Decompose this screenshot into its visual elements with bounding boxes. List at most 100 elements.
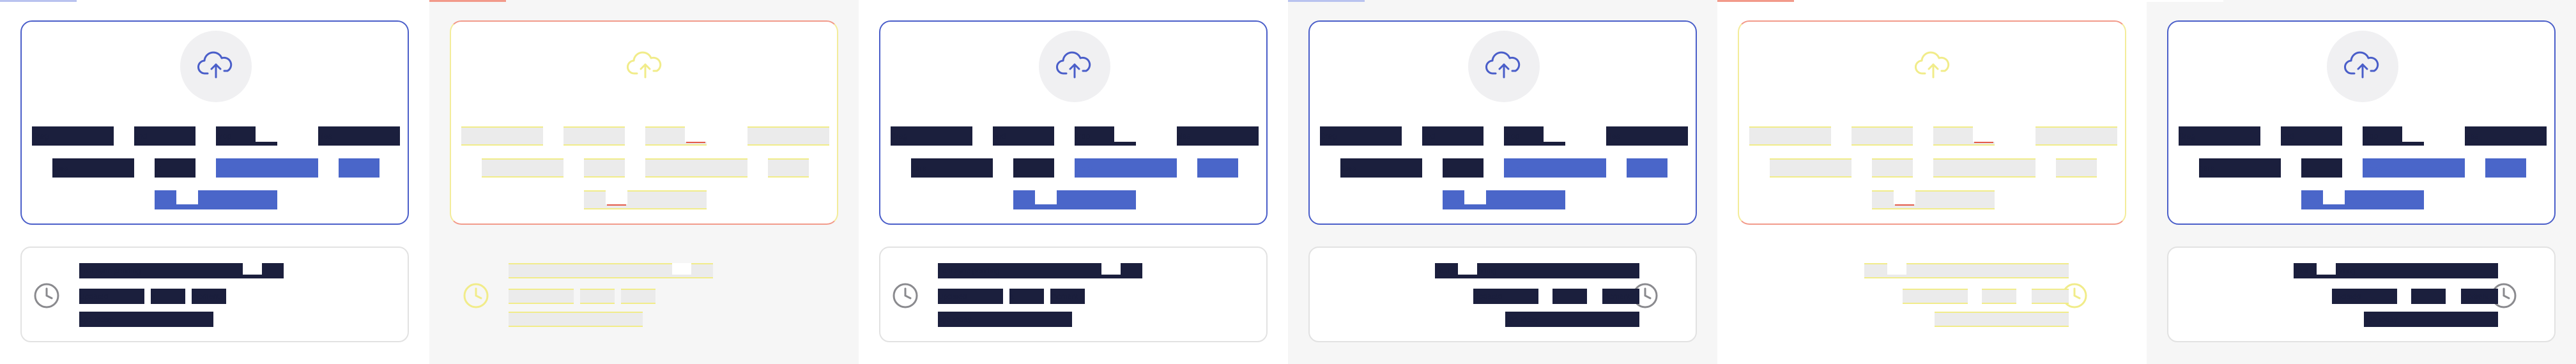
browse-link[interactable]: to bbox=[1197, 158, 1238, 178]
upload-icon-badge bbox=[610, 31, 681, 102]
browse-link[interactable]: to bbox=[1627, 158, 1667, 178]
story-panel-3: Drag and drop files here or browse to upload Last… bbox=[859, 0, 1288, 364]
upload-instruction-word: files bbox=[1177, 126, 1259, 146]
sync-status-detail: a bbox=[1009, 289, 1044, 304]
skeleton-accent-line bbox=[1895, 204, 1914, 206]
file-upload-dropzone[interactable]: Drag and drop files here or browse to upload bbox=[2167, 20, 2556, 225]
upload-link[interactable]: upload bbox=[584, 190, 707, 209]
file-upload-dropzone[interactable]: Drag and drop files here or browse to upload bbox=[1308, 20, 1697, 225]
panel-accent-bar bbox=[859, 0, 935, 2]
sync-status-detail: moment bbox=[2032, 289, 2069, 304]
text-glyph-gap bbox=[1887, 263, 1906, 275]
upload-instruction-word: files bbox=[2035, 126, 2117, 146]
upload-link[interactable]: upload bbox=[1872, 190, 1995, 209]
browse-link[interactable]: to bbox=[2056, 158, 2097, 178]
file-upload-dropzone[interactable]: Drag and drop files here or browse to upload bbox=[1738, 20, 2126, 225]
upload-icon-badge bbox=[1039, 31, 1110, 102]
upload-icon-badge bbox=[180, 31, 252, 102]
upload-instruction-word: or bbox=[1872, 158, 1913, 178]
sync-status-detail: a bbox=[2411, 289, 2446, 304]
last-sync-status-card: Last sync pendingUpdatedamomentago today bbox=[1308, 246, 1697, 342]
last-sync-status-card: Last sync pendingUpdatedamomentago today bbox=[450, 246, 838, 342]
skeleton-accent-line bbox=[607, 204, 626, 206]
panel-accent-bar bbox=[1717, 0, 1794, 2]
text-glyph-gap bbox=[672, 263, 691, 275]
sync-status-detail: moment bbox=[192, 289, 226, 304]
upload-instruction-word: here bbox=[2199, 158, 2281, 178]
sync-status-detail: Updated bbox=[79, 289, 144, 304]
upload-instruction-word: here bbox=[1770, 158, 1851, 178]
file-upload-dropzone[interactable]: Drag and drop files here or browse to upload bbox=[450, 20, 838, 225]
cloud-upload-icon bbox=[1915, 49, 1952, 84]
upload-instruction-word: and bbox=[134, 126, 195, 146]
upload-instruction-word: or bbox=[155, 158, 195, 178]
upload-instruction-word: files bbox=[2465, 126, 2547, 146]
upload-instruction-word: files bbox=[747, 126, 829, 146]
sync-status-detail: Updated bbox=[2332, 289, 2397, 304]
story-panel-2: Drag and drop files here or browse to upload Last… bbox=[429, 0, 859, 364]
story-panel-1: Drag and drop files here or browse to upload Last… bbox=[0, 0, 429, 364]
browse-link[interactable]: to bbox=[339, 158, 379, 178]
sync-status-detail: Updated bbox=[1473, 289, 1538, 304]
cloud-upload-icon bbox=[2344, 49, 2381, 84]
upload-link[interactable]: upload bbox=[1443, 190, 1565, 209]
browse-link[interactable]: to bbox=[768, 158, 809, 178]
upload-instruction-word: Drag bbox=[891, 126, 972, 146]
text-ascender-gap bbox=[1894, 190, 1915, 204]
upload-instruction-word: Drag bbox=[1320, 126, 1402, 146]
upload-link[interactable]: upload bbox=[155, 190, 277, 209]
upload-link[interactable]: upload bbox=[2301, 190, 2424, 209]
story-panel-5: Drag and drop files here or browse to upload Last… bbox=[1717, 0, 2147, 364]
upload-instruction-word: Drag bbox=[32, 126, 114, 146]
browse-link[interactable]: browse bbox=[645, 158, 747, 178]
file-upload-dropzone[interactable]: Drag and drop files here or browse to upload bbox=[879, 20, 1268, 225]
text-ascender-gap bbox=[606, 190, 627, 204]
sync-status-detail: moment bbox=[621, 289, 656, 304]
sync-status-detail: moment bbox=[2461, 289, 2498, 304]
file-upload-dropzone[interactable]: Drag and drop files here or browse to upload bbox=[20, 20, 409, 225]
sync-status-timestamp: ago today bbox=[79, 312, 213, 327]
browse-link[interactable]: browse bbox=[1075, 158, 1177, 178]
browse-link[interactable]: browse bbox=[216, 158, 318, 178]
sync-status-timestamp: ago today bbox=[938, 312, 1072, 327]
upload-instruction-word: or bbox=[2301, 158, 2342, 178]
text-ascender-gap bbox=[176, 190, 198, 204]
sync-status-detail: Updated bbox=[1903, 289, 1968, 304]
sync-status-detail: Updated bbox=[509, 289, 574, 304]
text-descender-gap bbox=[1544, 126, 1565, 142]
sync-status-detail: moment bbox=[1050, 289, 1085, 304]
skeleton-accent-line bbox=[1974, 142, 1993, 143]
sync-status-detail: a bbox=[151, 289, 185, 304]
text-glyph-gap bbox=[1101, 263, 1121, 275]
text-descender-gap bbox=[1973, 126, 1995, 142]
upload-link[interactable]: upload bbox=[1013, 190, 1136, 209]
upload-icon-badge bbox=[1897, 31, 1969, 102]
upload-instruction-word: and bbox=[1851, 126, 1913, 146]
text-descender-gap bbox=[685, 126, 707, 142]
browse-link[interactable]: browse bbox=[2363, 158, 2465, 178]
text-ascender-gap bbox=[2323, 190, 2345, 204]
upload-instruction-word: and bbox=[1422, 126, 1483, 146]
cloud-upload-icon bbox=[1056, 49, 1093, 84]
sync-status-timestamp: ago today bbox=[2364, 312, 2498, 327]
panel-accent-bar bbox=[429, 0, 506, 2]
clock-icon bbox=[891, 281, 920, 310]
browse-link[interactable]: to bbox=[2485, 158, 2526, 178]
sync-status-timestamp: ago today bbox=[509, 312, 643, 327]
text-glyph-gap bbox=[2317, 263, 2336, 275]
upload-instruction-word: here bbox=[911, 158, 993, 178]
sync-status-detail: Updated bbox=[938, 289, 1003, 304]
last-sync-status-card: Last sync pendingUpdatedamomentago today bbox=[20, 246, 409, 342]
upload-instruction-word: Drag bbox=[461, 126, 543, 146]
text-glyph-gap bbox=[1458, 263, 1477, 275]
clock-icon bbox=[461, 281, 491, 310]
story-panel-4: Drag and drop files here or browse to upload Last… bbox=[1288, 0, 1717, 364]
cloud-upload-icon bbox=[1485, 49, 1522, 84]
text-glyph-gap bbox=[243, 263, 262, 275]
upload-instruction-word: here bbox=[52, 158, 134, 178]
browse-link[interactable]: browse bbox=[1504, 158, 1606, 178]
clock-icon bbox=[32, 281, 61, 310]
upload-instruction-word: and bbox=[564, 126, 625, 146]
sync-status-detail: moment bbox=[1602, 289, 1639, 304]
browse-link[interactable]: browse bbox=[1933, 158, 2035, 178]
